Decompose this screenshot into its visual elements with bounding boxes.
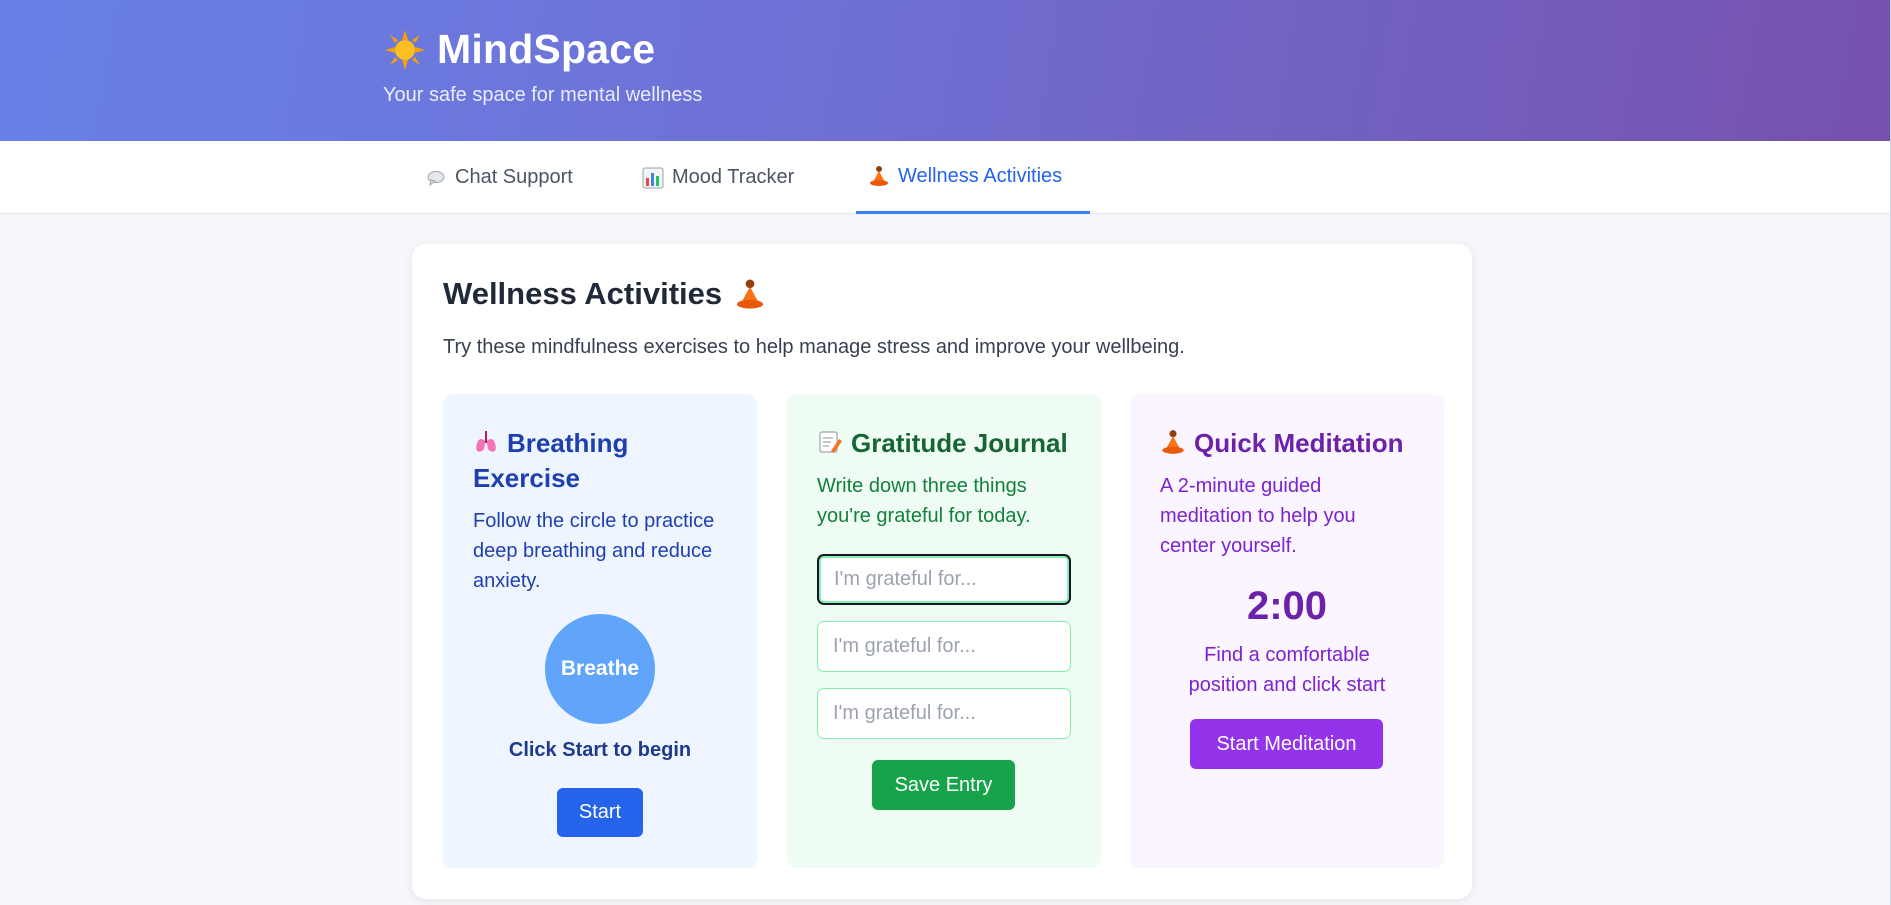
breathe-circle: Breathe: [545, 614, 655, 724]
meditation-description: A 2-minute guided meditation to help you…: [1160, 475, 1356, 557]
breathing-title: Breathing Exercise: [473, 426, 727, 496]
sun-icon: [383, 28, 427, 72]
breathing-description: Follow the circle to practice deep breat…: [473, 510, 715, 592]
app-subtitle: Your safe space for mental wellness: [383, 84, 703, 106]
app-title: MindSpace: [437, 26, 656, 72]
breathing-status: Click Start to begin: [508, 739, 692, 761]
page-title: Wellness Activities: [443, 276, 766, 312]
tab-mood-tracker[interactable]: Mood Tracker: [642, 141, 822, 214]
app-header: MindSpace Your safe space for mental wel…: [0, 0, 1891, 141]
page-description: Try these mindfulness exercises to help …: [443, 336, 1185, 358]
gratitude-journal-panel: Gratitude Journal Write down three thing…: [787, 394, 1101, 868]
speech-bubble-icon: [425, 167, 447, 189]
gratitude-input-1[interactable]: [817, 554, 1071, 605]
main-nav: Chat Support Mood Tracker Wellness Activ…: [0, 141, 1891, 214]
gratitude-input-3[interactable]: [817, 688, 1071, 739]
lungs-icon: [473, 429, 499, 455]
tab-wellness-activities[interactable]: Wellness Activities: [856, 141, 1090, 214]
tab-label: Wellness Activities: [898, 164, 1063, 187]
gratitude-title-text: Gratitude Journal: [851, 428, 1068, 458]
bar-chart-icon: [642, 167, 664, 189]
meditation-icon: [1160, 429, 1186, 455]
gratitude-description: Write down three things you're grateful …: [817, 475, 1031, 527]
tab-label: Mood Tracker: [672, 166, 795, 188]
start-meditation-button[interactable]: Start Meditation: [1190, 719, 1383, 769]
meditation-title: Quick Meditation: [1160, 426, 1414, 461]
gratitude-input-2[interactable]: [817, 621, 1071, 672]
tab-label: Chat Support: [455, 166, 573, 188]
breathing-exercise-panel: Breathing Exercise Follow the circle to …: [443, 394, 757, 868]
gratitude-title: Gratitude Journal: [817, 426, 1071, 461]
tab-chat-support[interactable]: Chat Support: [425, 141, 595, 214]
save-entry-button[interactable]: Save Entry: [872, 760, 1015, 810]
wellness-card: Wellness Activities Try these mindfulnes…: [412, 244, 1472, 899]
memo-icon: [817, 429, 843, 455]
start-breathing-button[interactable]: Start: [557, 788, 643, 837]
meditation-icon: [734, 278, 766, 310]
meditation-icon: [868, 165, 890, 187]
quick-meditation-panel: Quick Meditation A 2-minute guided medit…: [1130, 394, 1444, 868]
meditation-title-text: Quick Meditation: [1194, 428, 1404, 458]
brand: MindSpace: [383, 26, 655, 73]
meditation-timer: 2:00: [1246, 584, 1328, 628]
meditation-hint: Find a comfortable position and click st…: [1188, 644, 1386, 696]
page-title-text: Wellness Activities: [443, 276, 723, 311]
